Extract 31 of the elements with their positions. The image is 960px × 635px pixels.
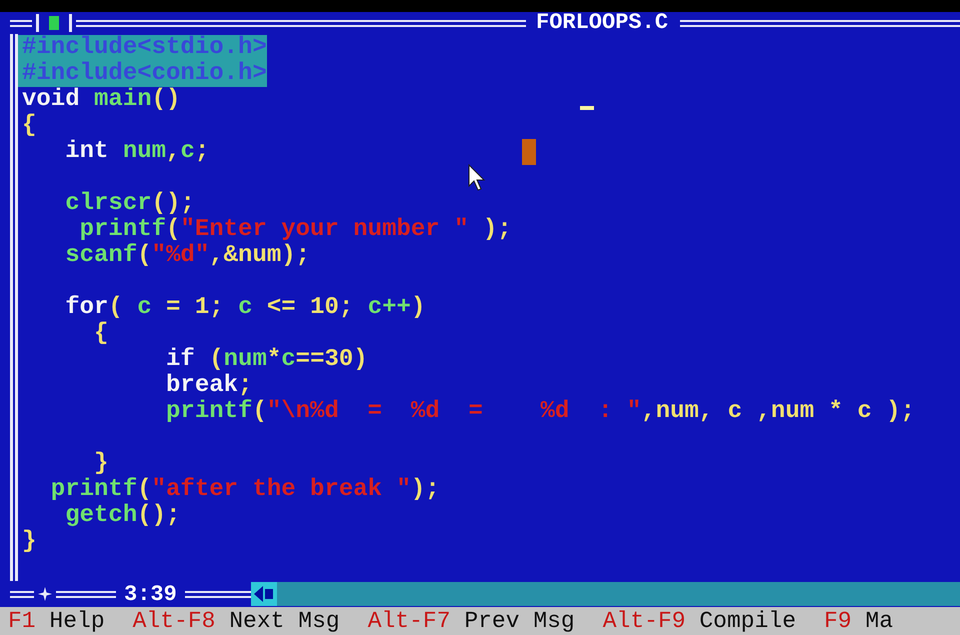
cursor-position: 3:39 bbox=[124, 582, 177, 606]
star-icon bbox=[38, 587, 52, 601]
underscore-cursor bbox=[580, 106, 594, 110]
hotkey-item[interactable]: Alt-F9 Compile bbox=[602, 608, 796, 634]
hotkey-item[interactable]: Alt-F8 Next Msg bbox=[132, 608, 340, 634]
mouse-pointer-icon bbox=[468, 164, 488, 192]
code-line: for( c = 1; c <= 10; c++) bbox=[64, 295, 426, 321]
code-line: if (num*c==30) bbox=[165, 347, 368, 373]
code-line: clrscr(); bbox=[64, 191, 195, 217]
code-line: getch(); bbox=[64, 503, 180, 529]
code-line: printf("\n%d = %d = %d : ",num, c ,num * c ); bbox=[165, 399, 915, 425]
code-line: { bbox=[21, 113, 36, 139]
code-line: break; bbox=[165, 373, 252, 399]
code-line: { bbox=[93, 321, 108, 347]
code-line: } bbox=[21, 529, 36, 555]
block-cursor bbox=[522, 139, 536, 165]
code-line: printf("after the break "); bbox=[50, 477, 440, 503]
scroll-left-icon[interactable] bbox=[250, 582, 277, 606]
frame-line bbox=[10, 20, 32, 26]
code-line: scanf("%d",&num); bbox=[64, 243, 310, 269]
hotkey-item[interactable]: F1 Help bbox=[8, 608, 105, 634]
code-line: int num,c; bbox=[64, 139, 210, 165]
hotkey-item[interactable]: Alt-F7 Prev Msg bbox=[368, 608, 575, 634]
hotkey-item[interactable]: F9 Ma bbox=[824, 608, 894, 634]
code-line: printf("Enter your number " ); bbox=[78, 217, 512, 243]
window-title: FORLOOPS.C bbox=[536, 12, 668, 34]
horizontal-scrollbar[interactable] bbox=[250, 582, 960, 606]
code-line: } bbox=[93, 451, 108, 477]
code-line: void main() bbox=[21, 87, 180, 113]
close-button[interactable] bbox=[36, 14, 72, 32]
frame-line bbox=[10, 590, 34, 598]
